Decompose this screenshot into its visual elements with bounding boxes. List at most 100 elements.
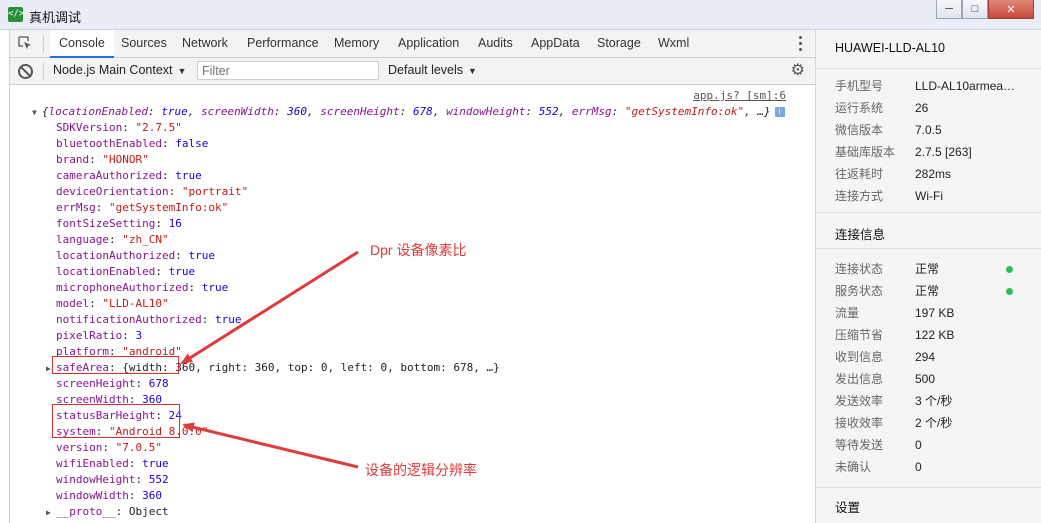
info-label: 收到信息 — [835, 350, 884, 364]
info-row: 收到信息 294 — [835, 346, 1035, 368]
tab-appdata[interactable]: AppData — [531, 30, 580, 57]
property-value: Object — [128, 505, 169, 518]
info-label: 运行系统 — [835, 101, 884, 115]
property-key: notificationAuthorized — [56, 313, 202, 326]
tab-sources[interactable]: Sources — [121, 30, 167, 57]
property-line: brand: "HONOR" — [56, 153, 149, 166]
property-key: fontSizeSetting — [56, 217, 156, 230]
tab-memory[interactable]: Memory — [334, 30, 379, 57]
window-title: 真机调试 — [29, 10, 82, 25]
property-value: true — [214, 313, 242, 326]
devtools-tab-bar: Console Sources Network Performance Memo… — [10, 30, 815, 58]
info-value: 0 — [915, 460, 922, 474]
summary-value: 552 — [538, 105, 559, 118]
property-line: locationEnabled: true — [56, 265, 196, 278]
context-selector[interactable]: Node.js Main Context ▼ — [53, 63, 186, 77]
device-info-panel: HUAWEI-LLD-AL10 手机型号 LLD-AL10armea… 运行系统 26… — [815, 30, 1041, 523]
info-label: 往返耗时 — [835, 167, 884, 181]
info-row: 运行系统 26 — [835, 97, 1035, 119]
summary-key: locationEnabled — [48, 105, 148, 118]
filter-input[interactable] — [197, 61, 379, 80]
property-key: cameraAuthorized — [56, 169, 162, 182]
info-value: 197 KB — [915, 306, 955, 320]
tab-storage[interactable]: Storage — [597, 30, 641, 57]
info-icon[interactable]: i — [774, 107, 785, 117]
tab-wxml[interactable]: Wxml — [658, 30, 689, 57]
summary-key: windowHeight — [446, 105, 526, 118]
info-label: 发出信息 — [835, 372, 884, 386]
property-key: microphoneAuthorized — [56, 281, 189, 294]
property-key: bluetoothEnabled — [56, 137, 162, 150]
info-row: 流量 197 KB — [835, 302, 1035, 324]
settings-section-title[interactable]: 设置 — [835, 497, 860, 516]
devtools-panel: Console Sources Network Performance Memo… — [9, 30, 815, 523]
info-row: 手机型号 LLD-AL10armea… — [835, 75, 1035, 97]
info-value: Wi-Fi — [915, 189, 943, 203]
property-key: windowWidth — [56, 489, 129, 502]
info-value: LLD-AL10armea… — [915, 79, 1015, 93]
tab-network[interactable]: Network — [182, 30, 228, 57]
info-label: 未确认 — [835, 460, 872, 474]
minimize-button[interactable]: ─ — [936, 0, 962, 19]
property-line: bluetoothEnabled: false — [56, 137, 209, 150]
close-button[interactable]: ✕ — [988, 0, 1034, 19]
property-line: fontSizeSetting: 16 — [56, 217, 182, 230]
log-levels-selector[interactable]: Default levels ▼ — [388, 63, 477, 77]
info-label: 接收效率 — [835, 416, 884, 430]
context-label: Node.js Main Context — [53, 63, 173, 77]
property-value: true — [188, 249, 215, 262]
source-link[interactable]: app.js? [sm]:6 — [693, 89, 786, 102]
property-key: version — [56, 441, 103, 454]
divider — [816, 487, 1041, 488]
property-key: pixelRatio — [56, 329, 123, 342]
divider — [816, 248, 1041, 249]
window-title-bar: </> 真机调试 ─ □ ✕ — [0, 0, 1041, 30]
info-label: 发送效率 — [835, 394, 884, 408]
tab-application[interactable]: Application — [398, 30, 459, 57]
info-row: 往返耗时 282ms — [835, 163, 1035, 185]
summary-value: 360 — [287, 105, 307, 118]
device-name: HUAWEI-LLD-AL10 — [835, 41, 945, 55]
info-row: 微信版本 7.0.5 — [835, 119, 1035, 141]
gear-icon[interactable]: ⚙ — [791, 63, 805, 79]
caret-down-icon: ▼ — [468, 66, 477, 76]
info-row: 压缩节省 122 KB — [835, 324, 1035, 346]
property-line: errMsg: "getSystemInfo:ok" — [56, 201, 229, 214]
maximize-button[interactable]: □ — [962, 0, 988, 19]
more-options-icon[interactable] — [799, 36, 803, 54]
property-value: "7.0.5" — [115, 441, 162, 454]
property-line: screenHeight: 678 — [56, 377, 169, 390]
property-key: windowHeight — [56, 473, 136, 486]
toolbar-separator — [43, 63, 44, 80]
inspect-element-icon[interactable] — [18, 36, 32, 50]
expanded-triangle-icon[interactable]: ▼ — [32, 105, 42, 121]
info-value: 正常 — [915, 284, 940, 298]
info-row: 等待发送 0 — [835, 434, 1035, 456]
info-value: 正常 — [915, 262, 940, 276]
property-value: true — [201, 281, 229, 294]
info-value: 26 — [915, 101, 929, 115]
resolution-arrow — [182, 422, 359, 469]
info-row: 发送效率 3 个/秒 — [835, 390, 1035, 412]
summary-tail: , …} — [744, 105, 771, 118]
tab-console[interactable]: Console — [50, 30, 114, 58]
collapsed-triangle-icon[interactable]: ▶ — [46, 505, 56, 521]
levels-label: Default levels — [388, 63, 464, 77]
property-key: model — [56, 297, 90, 310]
divider — [816, 68, 1041, 69]
property-value: 678 — [148, 377, 169, 390]
info-value: 282ms — [915, 167, 952, 181]
tab-performance[interactable]: Performance — [247, 30, 319, 57]
info-label: 微信版本 — [835, 123, 884, 137]
summary-key: screenHeight — [320, 105, 400, 118]
tab-audits[interactable]: Audits — [478, 30, 513, 57]
property-line: locationAuthorized: true — [56, 249, 215, 262]
property-value: "portrait" — [181, 185, 249, 198]
tab-separator — [43, 35, 44, 53]
status-dot-icon — [1006, 288, 1013, 295]
object-summary[interactable]: ▼ {locationEnabled: true, screenWidth: 36… — [32, 104, 785, 121]
clear-console-icon[interactable] — [18, 64, 33, 79]
property-value: "HONOR" — [102, 153, 149, 166]
info-row: 连接方式 Wi-Fi — [835, 185, 1035, 207]
property-value: true — [142, 457, 169, 470]
